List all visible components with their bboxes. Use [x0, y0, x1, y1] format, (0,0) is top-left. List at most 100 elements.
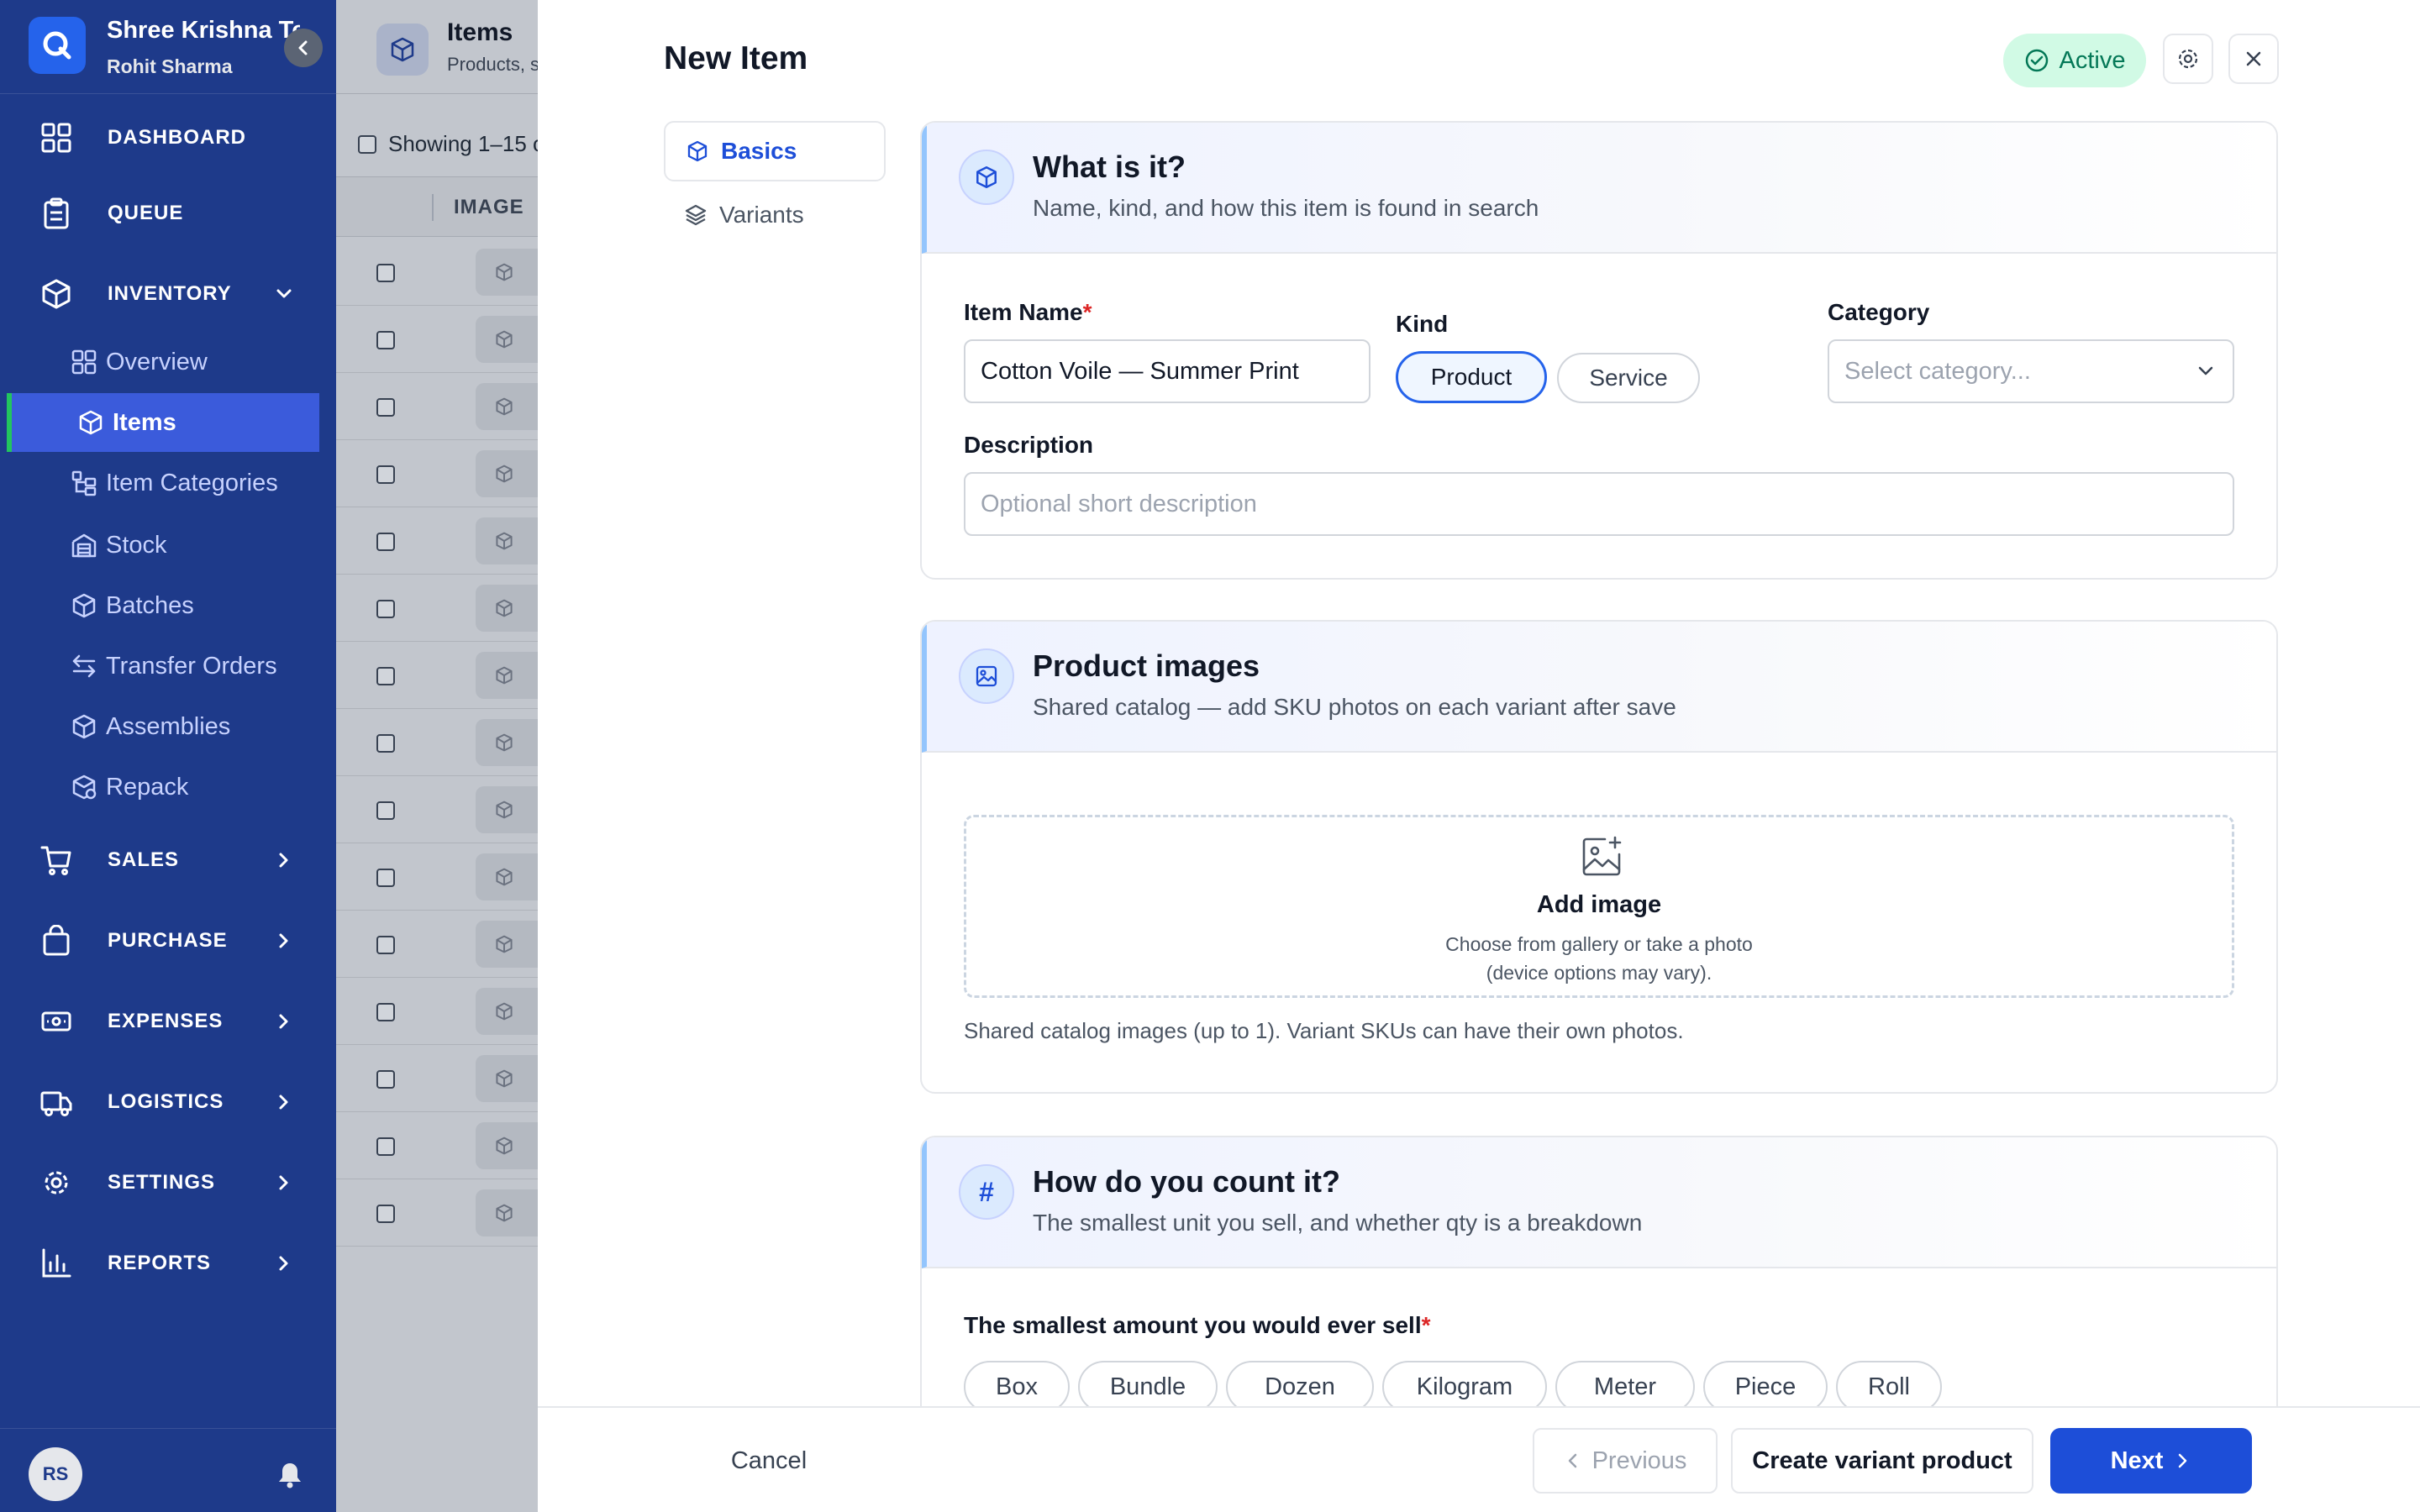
nav-dashboard[interactable]: DASHBOARD [0, 104, 336, 171]
cancel-button[interactable]: Cancel [689, 1428, 849, 1494]
kind-product-toggle[interactable]: Product [1396, 351, 1547, 403]
row-checkbox[interactable] [376, 667, 395, 685]
table-row[interactable] [336, 911, 538, 978]
box-icon [496, 330, 513, 349]
row-checkbox[interactable] [376, 936, 395, 954]
table-row[interactable] [336, 306, 538, 373]
settings-button[interactable] [2163, 34, 2213, 84]
sidebar-item-label: Repack [106, 773, 189, 801]
nav-sales[interactable]: SALES [0, 827, 336, 894]
table-row[interactable] [336, 1112, 538, 1179]
nav-expenses[interactable]: EXPENSES [0, 988, 336, 1055]
sidebar-item-batches[interactable]: Batches [7, 576, 319, 635]
unit-option-bundle[interactable]: Bundle [1078, 1361, 1218, 1413]
row-checkbox[interactable] [376, 801, 395, 820]
chevron-left-icon [298, 40, 308, 55]
nav-purchase[interactable]: PURCHASE [0, 907, 336, 974]
step-variants[interactable]: Variants [664, 185, 886, 245]
unit-option-box[interactable]: Box [964, 1361, 1070, 1413]
previous-button[interactable]: Previous [1533, 1428, 1718, 1494]
table-row[interactable] [336, 1179, 538, 1247]
nav-inventory[interactable]: INVENTORY [0, 260, 336, 328]
bar-chart-icon [40, 1247, 72, 1279]
category-select[interactable]: Select category... [1828, 339, 2234, 403]
item-thumbnail [476, 450, 538, 497]
box-icon [959, 150, 1014, 205]
sidebar-item-stock[interactable]: Stock [7, 516, 319, 575]
row-checkbox[interactable] [376, 869, 395, 887]
sidebar-item-transfer-orders[interactable]: Transfer Orders [7, 637, 319, 696]
sidebar-item-item-categories[interactable]: Item Categories [7, 454, 319, 512]
table-row[interactable] [336, 373, 538, 440]
table-row[interactable] [336, 843, 538, 911]
row-checkbox[interactable] [376, 734, 395, 753]
table-row[interactable] [336, 239, 538, 306]
unit-option-piece[interactable]: Piece [1703, 1361, 1828, 1413]
row-checkbox[interactable] [376, 1137, 395, 1156]
table-row[interactable] [336, 440, 538, 507]
gear-icon [40, 1167, 72, 1199]
unit-option-dozen[interactable]: Dozen [1226, 1361, 1374, 1413]
sidebar-item-repack[interactable]: Repack [7, 758, 319, 816]
description-input[interactable]: Optional short description [964, 472, 2234, 536]
row-checkbox[interactable] [376, 600, 395, 618]
table-row[interactable] [336, 709, 538, 776]
nav-logistics[interactable]: LOGISTICS [0, 1068, 336, 1136]
close-button[interactable] [2228, 34, 2279, 84]
chevron-down-icon [2196, 361, 2216, 381]
chevron-right-icon [274, 1011, 294, 1032]
unit-option-meter[interactable]: Meter [1555, 1361, 1695, 1413]
item-name-value: Cotton Voile — Summer Print [981, 357, 1299, 385]
avatar[interactable]: RS [29, 1447, 82, 1501]
item-name-input[interactable]: Cotton Voile — Summer Print [964, 339, 1370, 403]
sidebar-item-assemblies[interactable]: Assemblies [7, 697, 319, 756]
row-checkbox[interactable] [376, 533, 395, 551]
sidebar-item-overview[interactable]: Overview [7, 333, 319, 391]
create-variant-product-button[interactable]: Create variant product [1731, 1428, 2033, 1494]
row-checkbox[interactable] [376, 264, 395, 282]
card-header: What is it? Name, kind, and how this ite… [922, 123, 2276, 254]
layers-icon [685, 204, 707, 226]
row-checkbox[interactable] [376, 465, 395, 484]
step-label: Basics [721, 138, 797, 164]
row-checkbox[interactable] [376, 1070, 395, 1089]
clipboard-icon [40, 197, 72, 229]
nav-queue[interactable]: QUEUE [0, 180, 336, 247]
box-icon [77, 409, 104, 436]
table-row[interactable] [336, 776, 538, 843]
table-row[interactable] [336, 642, 538, 709]
table-row[interactable] [336, 507, 538, 575]
next-button[interactable]: Next [2050, 1428, 2252, 1494]
collapse-sidebar-button[interactable] [284, 29, 323, 67]
step-basics[interactable]: Basics [664, 121, 886, 181]
box-icon [687, 140, 708, 162]
row-checkbox[interactable] [376, 1205, 395, 1223]
gear-icon [2178, 49, 2198, 69]
nav-settings[interactable]: SETTINGS [0, 1149, 336, 1216]
add-image-title: Add image [1536, 891, 1662, 918]
table-row[interactable] [336, 978, 538, 1045]
banknote-icon [40, 1005, 72, 1037]
unit-option-roll[interactable]: Roll [1836, 1361, 1942, 1413]
item-thumbnail [476, 652, 538, 699]
card-title: How do you count it? [1033, 1164, 1340, 1199]
row-checkbox[interactable] [376, 1003, 395, 1021]
images-note: Shared catalog images (up to 1). Variant… [964, 1018, 1684, 1043]
items-list-background: Items Products, s Showing 1–15 o IMAGE [336, 0, 544, 1512]
kind-service-toggle[interactable]: Service [1557, 353, 1700, 403]
sidebar-item-items[interactable]: Items [7, 393, 319, 452]
table-row[interactable] [336, 575, 538, 642]
bell-icon[interactable] [276, 1461, 304, 1489]
nav-label: EXPENSES [108, 1010, 224, 1032]
select-all-checkbox[interactable] [358, 134, 376, 154]
nav-reports[interactable]: REPORTS [0, 1230, 336, 1297]
add-image-dropzone[interactable]: Add image Choose from gallery or take a … [964, 815, 2234, 998]
chevron-left-icon [1568, 1453, 1576, 1468]
unit-option-kilogram[interactable]: Kilogram [1382, 1361, 1547, 1413]
status-badge[interactable]: Active [2003, 34, 2146, 87]
chevron-right-icon [2179, 1453, 2187, 1468]
row-checkbox[interactable] [376, 398, 395, 417]
unit-option-label: Bundle [1109, 1373, 1186, 1400]
table-row[interactable] [336, 1045, 538, 1112]
row-checkbox[interactable] [376, 331, 395, 349]
